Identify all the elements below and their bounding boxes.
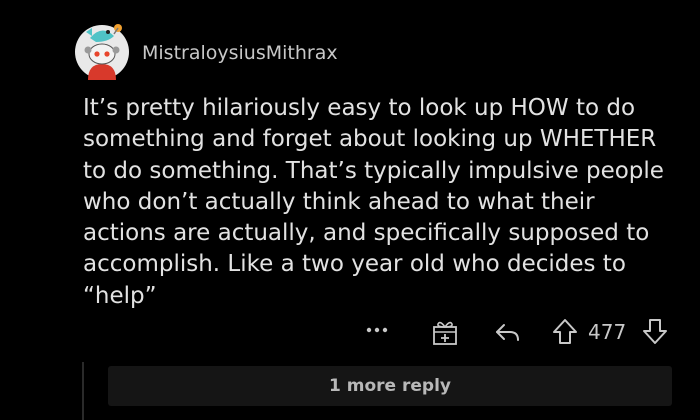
comment-username[interactable]: MistraloysiusMithrax	[142, 41, 338, 65]
award-button[interactable]	[430, 317, 460, 347]
reply-button[interactable]	[492, 317, 522, 347]
vote-score: 477	[588, 320, 627, 344]
comment-line: actions are actually, and specifically s…	[83, 220, 650, 247]
award-icon	[433, 321, 457, 345]
reply-icon	[496, 324, 519, 341]
more-options-button[interactable]	[362, 314, 392, 344]
thread-line[interactable]	[82, 362, 84, 420]
snoo-avatar-icon	[75, 24, 129, 80]
comment-line: something and forget about looking up WH…	[83, 126, 657, 153]
comment-line: It’s pretty hilariously easy to look up …	[83, 95, 636, 121]
user-avatar[interactable]	[74, 18, 130, 80]
more-options-icon	[366, 327, 388, 333]
comment-line: “help”	[83, 282, 157, 309]
more-replies-button[interactable]: 1 more reply	[108, 366, 672, 406]
upvote-icon	[553, 319, 577, 344]
comment-actions: 477	[0, 314, 700, 348]
comment-line: accomplish. Like a two year old who deci…	[83, 251, 626, 278]
comment-body: It’s pretty hilariously easy to look up …	[83, 93, 683, 312]
downvote-icon	[643, 319, 667, 344]
comment-line: to do something. That’s typically impuls…	[83, 157, 664, 184]
downvote-button[interactable]	[640, 316, 670, 346]
comment-line: who don’t actually think ahead to what t…	[83, 188, 595, 215]
upvote-button[interactable]	[550, 316, 580, 346]
